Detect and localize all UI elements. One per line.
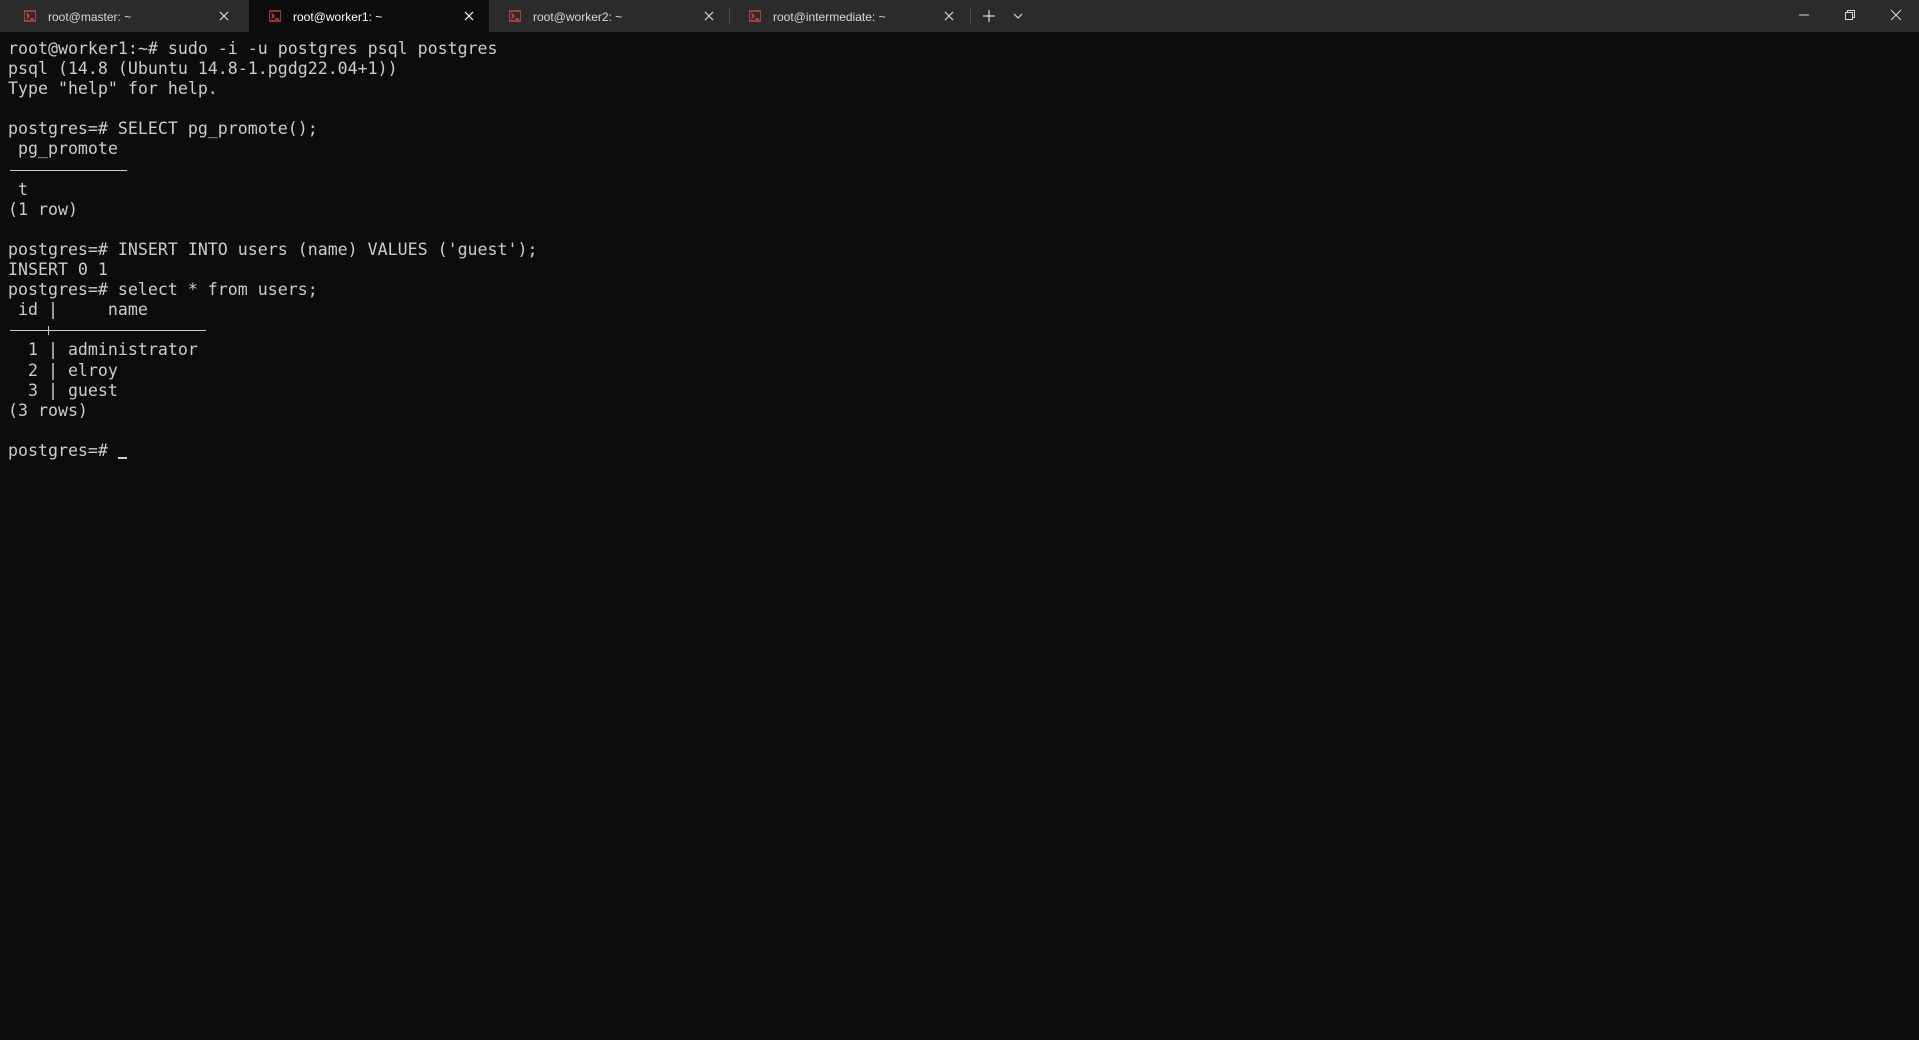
title-bar: root@master: ~ root@worker1: ~ root@work…: [0, 0, 1919, 32]
terminal-window: root@master: ~ root@worker1: ~ root@work…: [0, 0, 1919, 1040]
restore-icon: [1845, 10, 1855, 20]
close-icon[interactable]: [701, 8, 717, 24]
tab-title: root@worker2: ~: [533, 10, 623, 24]
result-header: pg_promote: [8, 139, 118, 159]
minimize-button[interactable]: [1781, 0, 1827, 30]
restore-button[interactable]: [1827, 0, 1873, 30]
close-icon[interactable]: [941, 8, 957, 24]
terminal-output[interactable]: root@worker1:~# sudo -i -u postgres psql…: [0, 32, 1919, 1040]
result-separator: [8, 320, 1919, 340]
prompt-line[interactable]: postgres=#: [8, 441, 1919, 461]
chevron-down-icon: [1013, 13, 1023, 19]
tab-root-worker2[interactable]: root@worker2: ~: [489, 0, 729, 32]
tab-root-intermediate[interactable]: root@intermediate: ~: [729, 0, 969, 32]
close-window-button[interactable]: [1873, 0, 1919, 30]
terminal-app-icon: [268, 10, 282, 22]
table-row: 2 | elroy: [8, 360, 118, 380]
terminal-line: root@worker1:~# sudo -i -u postgres psql…: [8, 39, 498, 58]
terminal-line: Type "help" for help.: [8, 79, 218, 99]
terminal-line: postgres=# SELECT pg_promote();: [8, 119, 318, 139]
horizontal-rule: [10, 169, 127, 171]
tab-title: root@intermediate: ~: [773, 10, 886, 24]
column-cross: [48, 326, 49, 336]
terminal-line: INSERT 0 1: [8, 260, 108, 280]
table-row: 3 | guest: [8, 380, 118, 400]
tab-separator: [970, 8, 971, 24]
terminal-line: postgres=# INSERT INTO users (name) VALU…: [8, 239, 538, 259]
close-icon[interactable]: [216, 8, 232, 24]
text-cursor: [117, 456, 127, 459]
tab-root-worker1[interactable]: root@worker1: ~: [249, 0, 489, 32]
tab-title: root@master: ~: [48, 10, 132, 24]
prompt: postgres=#: [8, 440, 118, 460]
result-value: t: [8, 179, 28, 199]
tab-dropdown-button[interactable]: [1006, 4, 1030, 28]
terminal-app-icon: [508, 10, 522, 22]
terminal-line: psql (14.8 (Ubuntu 14.8-1.pgdg22.04+1)): [8, 59, 398, 79]
row-count: (3 rows): [8, 400, 88, 420]
horizontal-rule: [10, 330, 206, 332]
close-icon[interactable]: [461, 8, 477, 24]
result-header: id | name: [8, 300, 148, 320]
close-icon: [1890, 9, 1902, 21]
tab-title: root@worker1: ~: [293, 10, 383, 24]
terminal-line: postgres=# select * from users;: [8, 280, 318, 300]
table-row: 1 | administrator: [8, 340, 198, 360]
tab-root-master[interactable]: root@master: ~: [4, 0, 244, 32]
plus-icon: [983, 10, 995, 22]
new-tab-button[interactable]: [977, 4, 1001, 28]
result-separator: [8, 160, 1919, 180]
row-count: (1 row): [8, 199, 78, 219]
minimize-icon: [1799, 14, 1809, 16]
terminal-app-icon: [23, 10, 37, 22]
terminal-app-icon: [748, 10, 762, 22]
